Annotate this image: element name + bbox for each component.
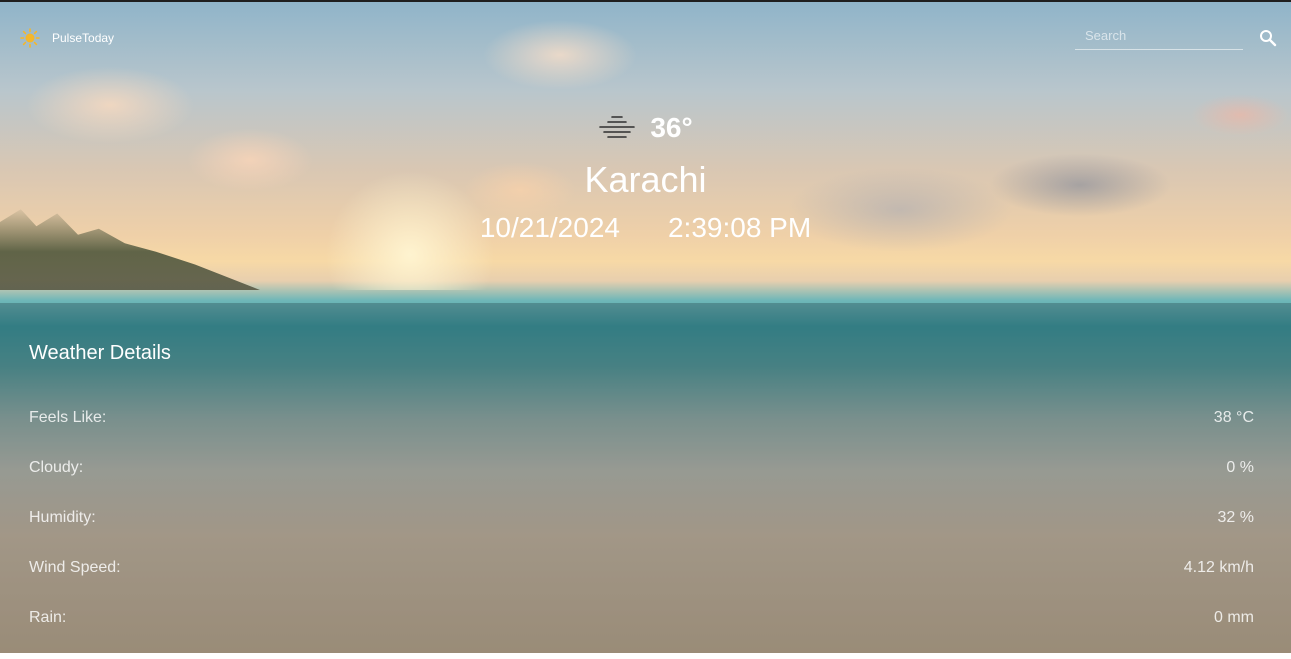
detail-row-humidity: Humidity: 32 % [29, 509, 1254, 559]
top-border [0, 0, 1291, 2]
search-icon [1259, 29, 1277, 50]
detail-value: 4.12 km/h [1183, 559, 1254, 576]
detail-label: Wind Speed: [29, 559, 121, 576]
current-date: 10/21/2024 [479, 212, 620, 243]
datetime-row: 10/21/2024 2:39:08 PM [0, 212, 1291, 244]
search-input[interactable] [1075, 22, 1243, 50]
temperature: 36° [650, 112, 693, 143]
sun-icon [20, 28, 40, 48]
brand-name: PulseToday [52, 31, 115, 45]
detail-value: 38 °C [1213, 409, 1254, 426]
city-name: Karachi [584, 159, 707, 200]
details-title: Weather Details [29, 342, 171, 364]
detail-row-wind-speed: Wind Speed: 4.12 km/h [29, 559, 1254, 609]
detail-row-feels-like: Feels Like: 38 °C [29, 409, 1254, 459]
detail-label: Feels Like: [29, 409, 107, 426]
detail-row-rain: Rain: 0 mm [29, 609, 1254, 659]
haze-icon [598, 114, 636, 142]
detail-value: 32 % [1217, 509, 1254, 526]
detail-label: Cloudy: [29, 459, 84, 476]
detail-label: Humidity: [29, 509, 96, 526]
brand[interactable]: PulseToday [20, 28, 114, 48]
weather-details: Weather Details Feels Like: 38 °C Cloudy… [29, 342, 1254, 659]
detail-value: 0 % [1226, 459, 1254, 476]
detail-value: 0 mm [1214, 609, 1254, 626]
search-bar [1075, 22, 1285, 54]
detail-row-cloudy: Cloudy: 0 % [29, 459, 1254, 509]
detail-label: Rain: [29, 609, 67, 626]
current-weather: 36° Karachi 10/21/2024 2:39:08 PM [0, 108, 1291, 244]
search-button[interactable] [1257, 28, 1279, 50]
current-time: 2:39:08 PM [667, 212, 812, 243]
temperature-row: 36° [0, 108, 1291, 148]
